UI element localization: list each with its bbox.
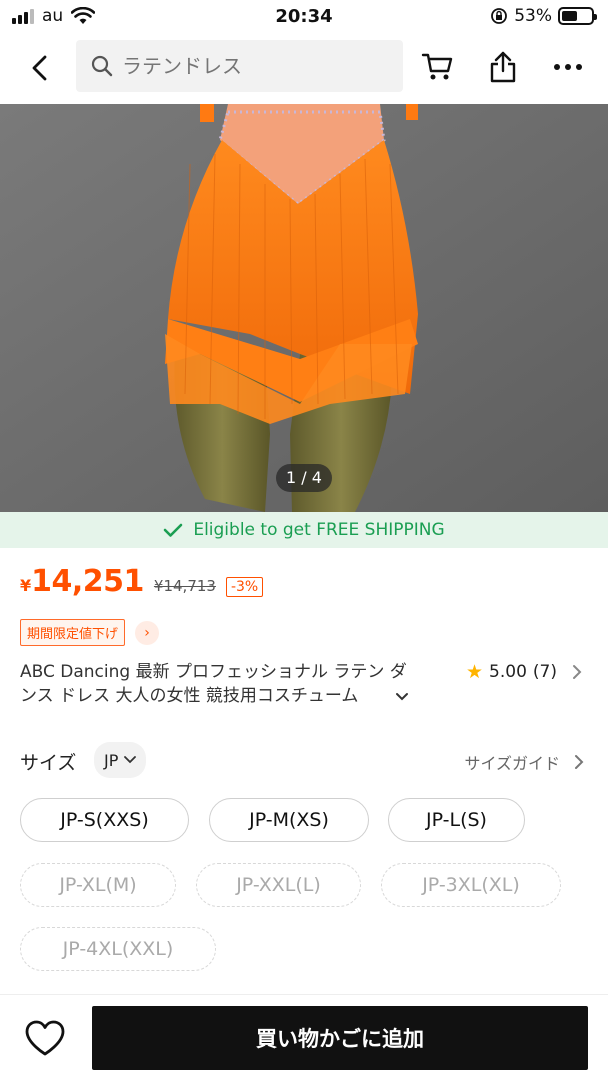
current-price: 14,251	[31, 564, 144, 599]
size-option[interactable]: JP-3XL(XL)	[381, 863, 561, 907]
size-option[interactable]: JP-XXL(L)	[196, 863, 361, 907]
currency-symbol: ¥	[20, 576, 32, 595]
more-button[interactable]	[548, 47, 588, 87]
share-icon	[490, 51, 516, 83]
cart-icon	[421, 53, 453, 80]
status-right: 53%	[490, 6, 597, 26]
size-region-select[interactable]: JP	[94, 742, 147, 778]
battery-icon	[558, 7, 597, 25]
size-guide-link[interactable]: サイズガイド	[464, 750, 584, 774]
limited-time-badge[interactable]: 期間限定値下げ	[20, 619, 126, 646]
image-counter: 1 / 4	[276, 464, 332, 492]
rating[interactable]: ★ 5.00 (7)	[466, 661, 583, 683]
promo-row[interactable]: 期間限定値下げ ›	[20, 619, 160, 646]
bottom-bar: 買い物かごに追加	[0, 994, 608, 1080]
rating-value: 5.00	[489, 662, 527, 682]
status-bar: au 20:34 53%	[0, 0, 608, 34]
search-box[interactable]	[76, 40, 403, 92]
search-icon	[91, 55, 113, 77]
orientation-lock-icon	[491, 8, 508, 24]
chevron-right-icon	[575, 755, 584, 769]
add-to-cart-button[interactable]: 買い物かごに追加	[92, 1006, 588, 1070]
size-option[interactable]: JP-S(XXS)	[20, 798, 189, 842]
check-icon	[164, 523, 183, 537]
free-shipping-banner: Eligible to get FREE SHIPPING	[0, 512, 608, 548]
cart-button[interactable]	[418, 47, 458, 87]
back-button[interactable]	[20, 48, 60, 88]
share-button[interactable]	[483, 47, 523, 87]
battery-percent: 53%	[514, 6, 552, 26]
expand-title-icon[interactable]	[394, 690, 410, 704]
dress-illustration	[0, 104, 608, 512]
product-image[interactable]: 1 / 4	[0, 104, 608, 512]
more-icon	[554, 64, 582, 70]
chevron-right-icon	[573, 665, 582, 679]
size-guide-label: サイズガイド	[464, 754, 560, 773]
size-option[interactable]: JP-XL(M)	[20, 863, 176, 907]
shipping-text: Eligible to get FREE SHIPPING	[193, 520, 445, 540]
search-input[interactable]	[122, 54, 382, 78]
size-region-value: JP	[104, 750, 119, 770]
nav-bar	[0, 34, 608, 104]
product-title[interactable]: ABC Dancing 最新 プロフェッショナル ラテン ダンス ドレス 大人の…	[20, 660, 420, 708]
chevron-down-icon	[124, 756, 137, 764]
review-count: (7)	[532, 662, 557, 682]
size-option[interactable]: JP-4XL(XXL)	[20, 927, 216, 971]
size-option[interactable]: JP-L(S)	[388, 798, 525, 842]
size-option[interactable]: JP-M(XS)	[209, 798, 369, 842]
price-row: ¥ 14,251 ¥14,713 -3%	[20, 564, 264, 599]
star-icon: ★	[466, 661, 484, 683]
favorite-button[interactable]	[22, 1017, 68, 1059]
discount-badge: -3%	[225, 577, 264, 597]
chevron-right-icon[interactable]: ›	[135, 620, 160, 645]
heart-icon	[25, 1020, 65, 1056]
original-price: ¥14,713	[153, 577, 216, 595]
back-icon	[32, 55, 47, 81]
size-label: サイズ	[20, 752, 77, 774]
